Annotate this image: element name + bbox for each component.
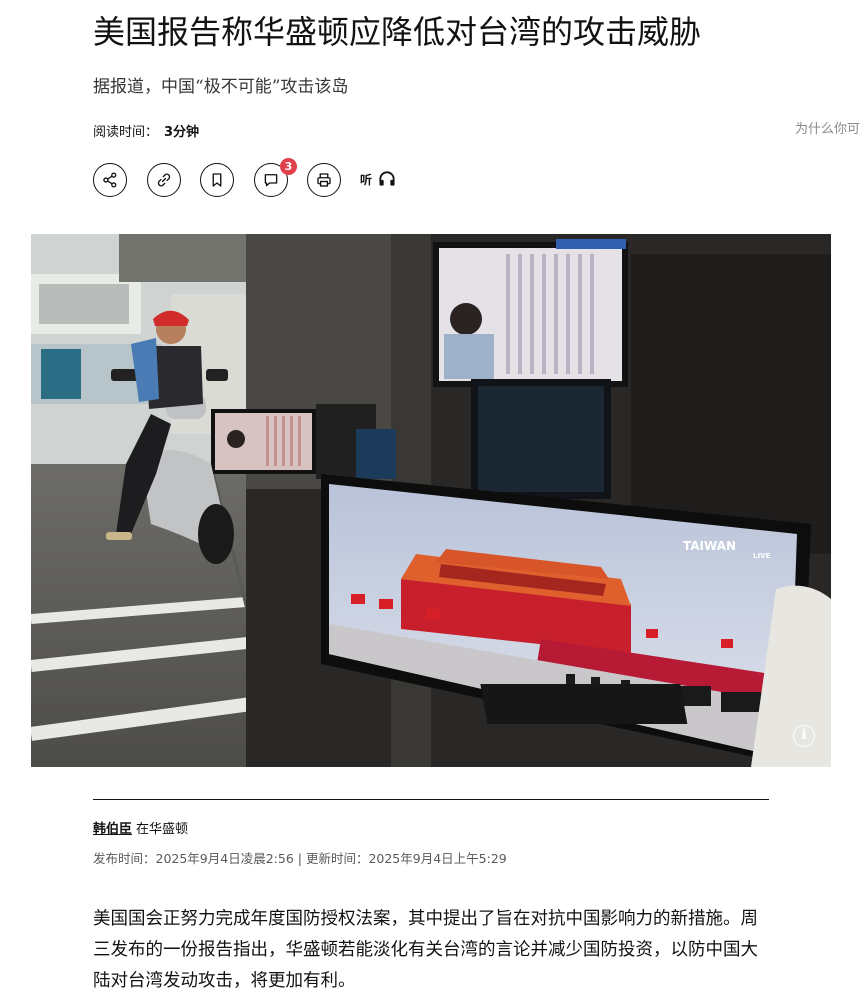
article-subheadline: 据报道，中国“极不可能”攻击该岛 bbox=[93, 77, 349, 97]
tv-channel-label: TAIWAN bbox=[683, 539, 736, 553]
copy-link-button[interactable] bbox=[147, 163, 181, 197]
save-button[interactable] bbox=[200, 163, 234, 197]
tv-live-label: LIVE bbox=[753, 552, 770, 560]
comments-button[interactable]: 3 bbox=[254, 158, 297, 197]
image-info-button[interactable]: i bbox=[793, 725, 815, 747]
publish-dateline: 发布时间：2025年9月4日凌晨2:56 | 更新时间：2025年9月4日上午5… bbox=[93, 851, 507, 866]
bookmark-icon bbox=[212, 173, 222, 187]
author-link[interactable]: 韩伯臣 bbox=[93, 822, 132, 837]
article-body-paragraph: 美国国会正努力完成年度国防授权法案，其中提出了旨在对抗中国影响力的新措施。周三发… bbox=[93, 909, 758, 991]
link-icon bbox=[157, 173, 171, 187]
listen-button[interactable]: 听 bbox=[360, 169, 397, 189]
comment-icon bbox=[264, 174, 278, 187]
article-hero-image: TAIWAN LIVE i bbox=[31, 234, 831, 767]
listen-label: 听 bbox=[360, 172, 373, 187]
print-icon bbox=[317, 173, 331, 187]
read-time-value: 3分钟 bbox=[164, 125, 200, 140]
byline: 韩伯臣 在华盛顿 bbox=[93, 820, 188, 840]
read-time: 阅读时间： 3分钟 bbox=[93, 123, 199, 143]
author-location: 在华盛顿 bbox=[136, 822, 189, 837]
share-button[interactable] bbox=[93, 163, 127, 197]
headphones-icon bbox=[379, 171, 395, 186]
article-headline: 美国报告称华盛顿应降低对台湾的攻击威胁 bbox=[93, 13, 702, 51]
comment-count-badge: 3 bbox=[280, 158, 297, 175]
print-button[interactable] bbox=[307, 163, 341, 197]
share-icon bbox=[103, 172, 117, 188]
hero-photo-scene: TAIWAN LIVE bbox=[31, 234, 831, 767]
read-time-label: 阅读时间： bbox=[93, 125, 159, 140]
side-promo-link[interactable]: 为什么你可 bbox=[795, 120, 867, 140]
byline-divider bbox=[93, 799, 769, 800]
